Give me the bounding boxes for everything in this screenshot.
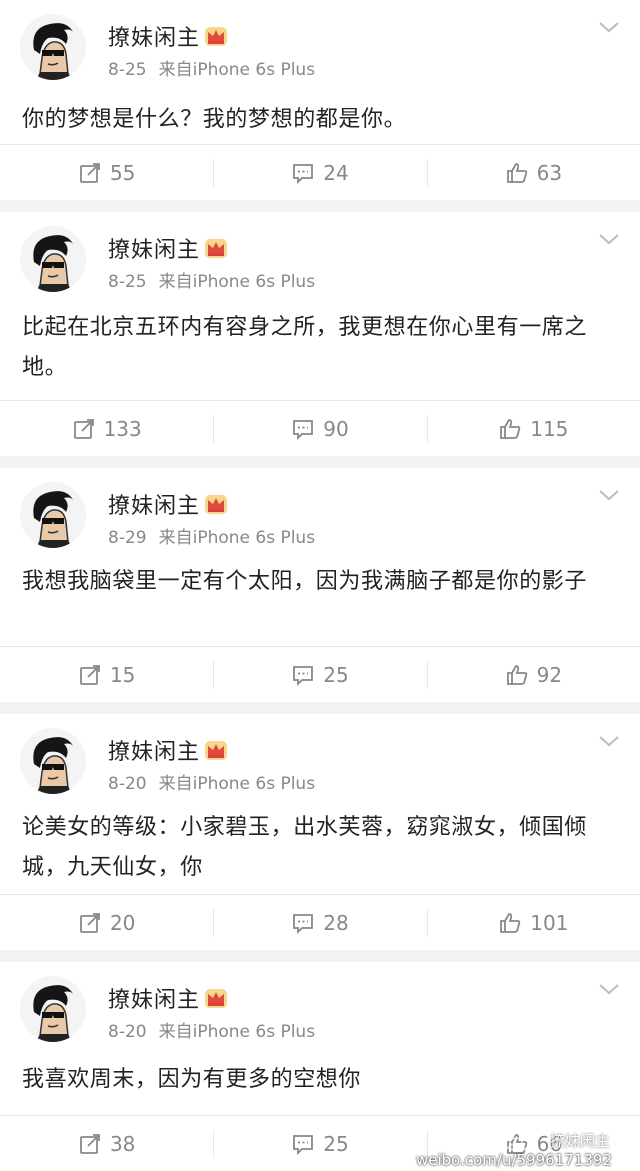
repost-button[interactable]: 38: [0, 1116, 213, 1171]
comment-count: 90: [323, 416, 349, 441]
repost-count: 133: [103, 416, 142, 441]
post-header: 撩妹闲主 8-20 来自iPhone 6s Plus: [0, 714, 640, 806]
crown-badge-icon: [204, 739, 228, 761]
chevron-down-icon[interactable]: [598, 488, 620, 502]
like-count: 63: [536, 160, 563, 185]
user-name[interactable]: 撩妹闲主: [108, 734, 228, 766]
like-button[interactable]: 92: [426, 647, 640, 702]
crown-badge-icon: [204, 237, 228, 259]
crown-badge-icon: [204, 987, 228, 1009]
repost-count: 20: [109, 910, 136, 935]
post-date: 8-29: [108, 528, 147, 548]
like-icon: [500, 912, 521, 933]
post-meta: 8-25 来自iPhone 6s Plus: [108, 55, 315, 80]
post-card: 撩妹闲主 8-20 来自iPhone 6s Plus 我喜欢周末，因为有更多的空想…: [0, 962, 640, 1171]
comment-icon: [293, 665, 314, 686]
avatar[interactable]: [20, 482, 86, 548]
avatar[interactable]: [20, 14, 86, 80]
repost-count: 38: [109, 1131, 136, 1156]
weibo-logo-icon: [502, 1127, 536, 1151]
chevron-down-icon[interactable]: [598, 734, 620, 748]
user-name[interactable]: 撩妹闲主: [108, 488, 228, 520]
post-actions: 133 90 115: [0, 400, 640, 456]
post-actions: 55 24 63: [0, 144, 640, 200]
post-date: 8-25: [108, 272, 147, 292]
post-text: 论美女的等级：小家碧玉，出水芙蓉，窈窕淑女，倾国倾城，九天仙女，你: [22, 815, 588, 880]
like-icon: [506, 664, 527, 685]
watermark-handle: 撩妹闲主: [550, 1132, 611, 1150]
repost-icon: [80, 664, 100, 685]
avatar[interactable]: [20, 728, 86, 794]
comment-count: 25: [323, 662, 349, 687]
like-icon: [500, 418, 521, 439]
repost-icon: [80, 162, 100, 183]
repost-count: 55: [109, 160, 136, 185]
like-button[interactable]: 63: [426, 145, 640, 200]
like-button[interactable]: 101: [426, 895, 640, 950]
post-source: 来自iPhone 6s Plus: [158, 1022, 316, 1042]
repost-icon: [80, 1133, 100, 1154]
comment-button[interactable]: 24: [213, 145, 426, 200]
comment-button[interactable]: 90: [213, 401, 426, 456]
post-card: 撩妹闲主 8-25 来自iPhone 6s Plus 比起在北京五环内有容身之所，…: [0, 212, 640, 456]
post-card: 撩妹闲主 8-25 来自iPhone 6s Plus 你的梦想是什么？我的梦想的都…: [0, 0, 640, 200]
repost-button[interactable]: 15: [0, 647, 213, 702]
avatar[interactable]: [20, 226, 86, 292]
post-date: 8-20: [108, 1022, 147, 1042]
comment-icon: [293, 419, 314, 440]
post-text: 我想我脑袋里一定有个太阳，因为我满脑子都是你的影子: [22, 569, 588, 594]
comment-icon: [293, 1134, 314, 1155]
post-actions: 15 25 92: [0, 646, 640, 702]
comment-button[interactable]: 25: [213, 647, 426, 702]
post-meta: 8-25 来自iPhone 6s Plus: [108, 267, 315, 292]
crown-badge-icon: [204, 25, 228, 47]
post-meta: 8-20 来自iPhone 6s Plus: [108, 769, 315, 794]
post-header: 撩妹闲主 8-20 来自iPhone 6s Plus: [0, 962, 640, 1054]
chevron-down-icon[interactable]: [598, 982, 620, 996]
comment-icon: [293, 913, 314, 934]
comment-button[interactable]: 25: [213, 1116, 426, 1171]
comment-count: 28: [323, 910, 349, 935]
comment-icon: [293, 163, 314, 184]
post-date: 8-20: [108, 774, 147, 794]
user-name[interactable]: 撩妹闲主: [108, 20, 228, 52]
post-meta: 8-20 来自iPhone 6s Plus: [108, 1017, 315, 1042]
like-count: 92: [536, 662, 563, 687]
post-header: 撩妹闲主 8-25 来自iPhone 6s Plus: [0, 212, 640, 304]
repost-count: 15: [109, 662, 136, 687]
repost-icon: [73, 418, 94, 439]
repost-button[interactable]: 55: [0, 145, 213, 200]
post-source: 来自iPhone 6s Plus: [158, 774, 316, 794]
comment-count: 25: [323, 1131, 349, 1156]
watermark-url: weibo.com/u/5996171392: [416, 1151, 612, 1169]
avatar[interactable]: [20, 976, 86, 1042]
like-icon: [506, 162, 527, 183]
post-text: 你的梦想是什么？我的梦想的都是你。: [22, 107, 407, 132]
post-text: 我喜欢周末，因为有更多的空想你: [22, 1067, 362, 1092]
user-name[interactable]: 撩妹闲主: [108, 982, 228, 1014]
post-source: 来自iPhone 6s Plus: [158, 60, 316, 80]
crown-badge-icon: [204, 493, 228, 515]
repost-icon: [80, 912, 100, 933]
post-source: 来自iPhone 6s Plus: [158, 528, 316, 548]
user-name[interactable]: 撩妹闲主: [108, 232, 228, 264]
like-count: 101: [530, 910, 569, 935]
post-date: 8-25: [108, 60, 147, 80]
repost-button[interactable]: 133: [0, 401, 213, 456]
post-text: 比起在北京五环内有容身之所，我更想在你心里有一席之地。: [22, 315, 588, 380]
like-count: 115: [530, 416, 569, 441]
post-actions: 20 28 101: [0, 894, 640, 950]
post-card: 撩妹闲主 8-29 来自iPhone 6s Plus 我想我脑袋里一定有个太阳，因…: [0, 468, 640, 702]
post-header: 撩妹闲主 8-29 来自iPhone 6s Plus: [0, 468, 640, 560]
chevron-down-icon[interactable]: [598, 20, 620, 34]
post-header: 撩妹闲主 8-25 来自iPhone 6s Plus: [0, 0, 640, 92]
post-source: 来自iPhone 6s Plus: [158, 272, 316, 292]
post-meta: 8-29 来自iPhone 6s Plus: [108, 523, 315, 548]
repost-button[interactable]: 20: [0, 895, 213, 950]
comment-count: 24: [323, 160, 349, 185]
post-card: 撩妹闲主 8-20 来自iPhone 6s Plus 论美女的等级：小家碧玉，出水…: [0, 714, 640, 950]
comment-button[interactable]: 28: [213, 895, 426, 950]
chevron-down-icon[interactable]: [598, 232, 620, 246]
like-button[interactable]: 115: [426, 401, 640, 456]
